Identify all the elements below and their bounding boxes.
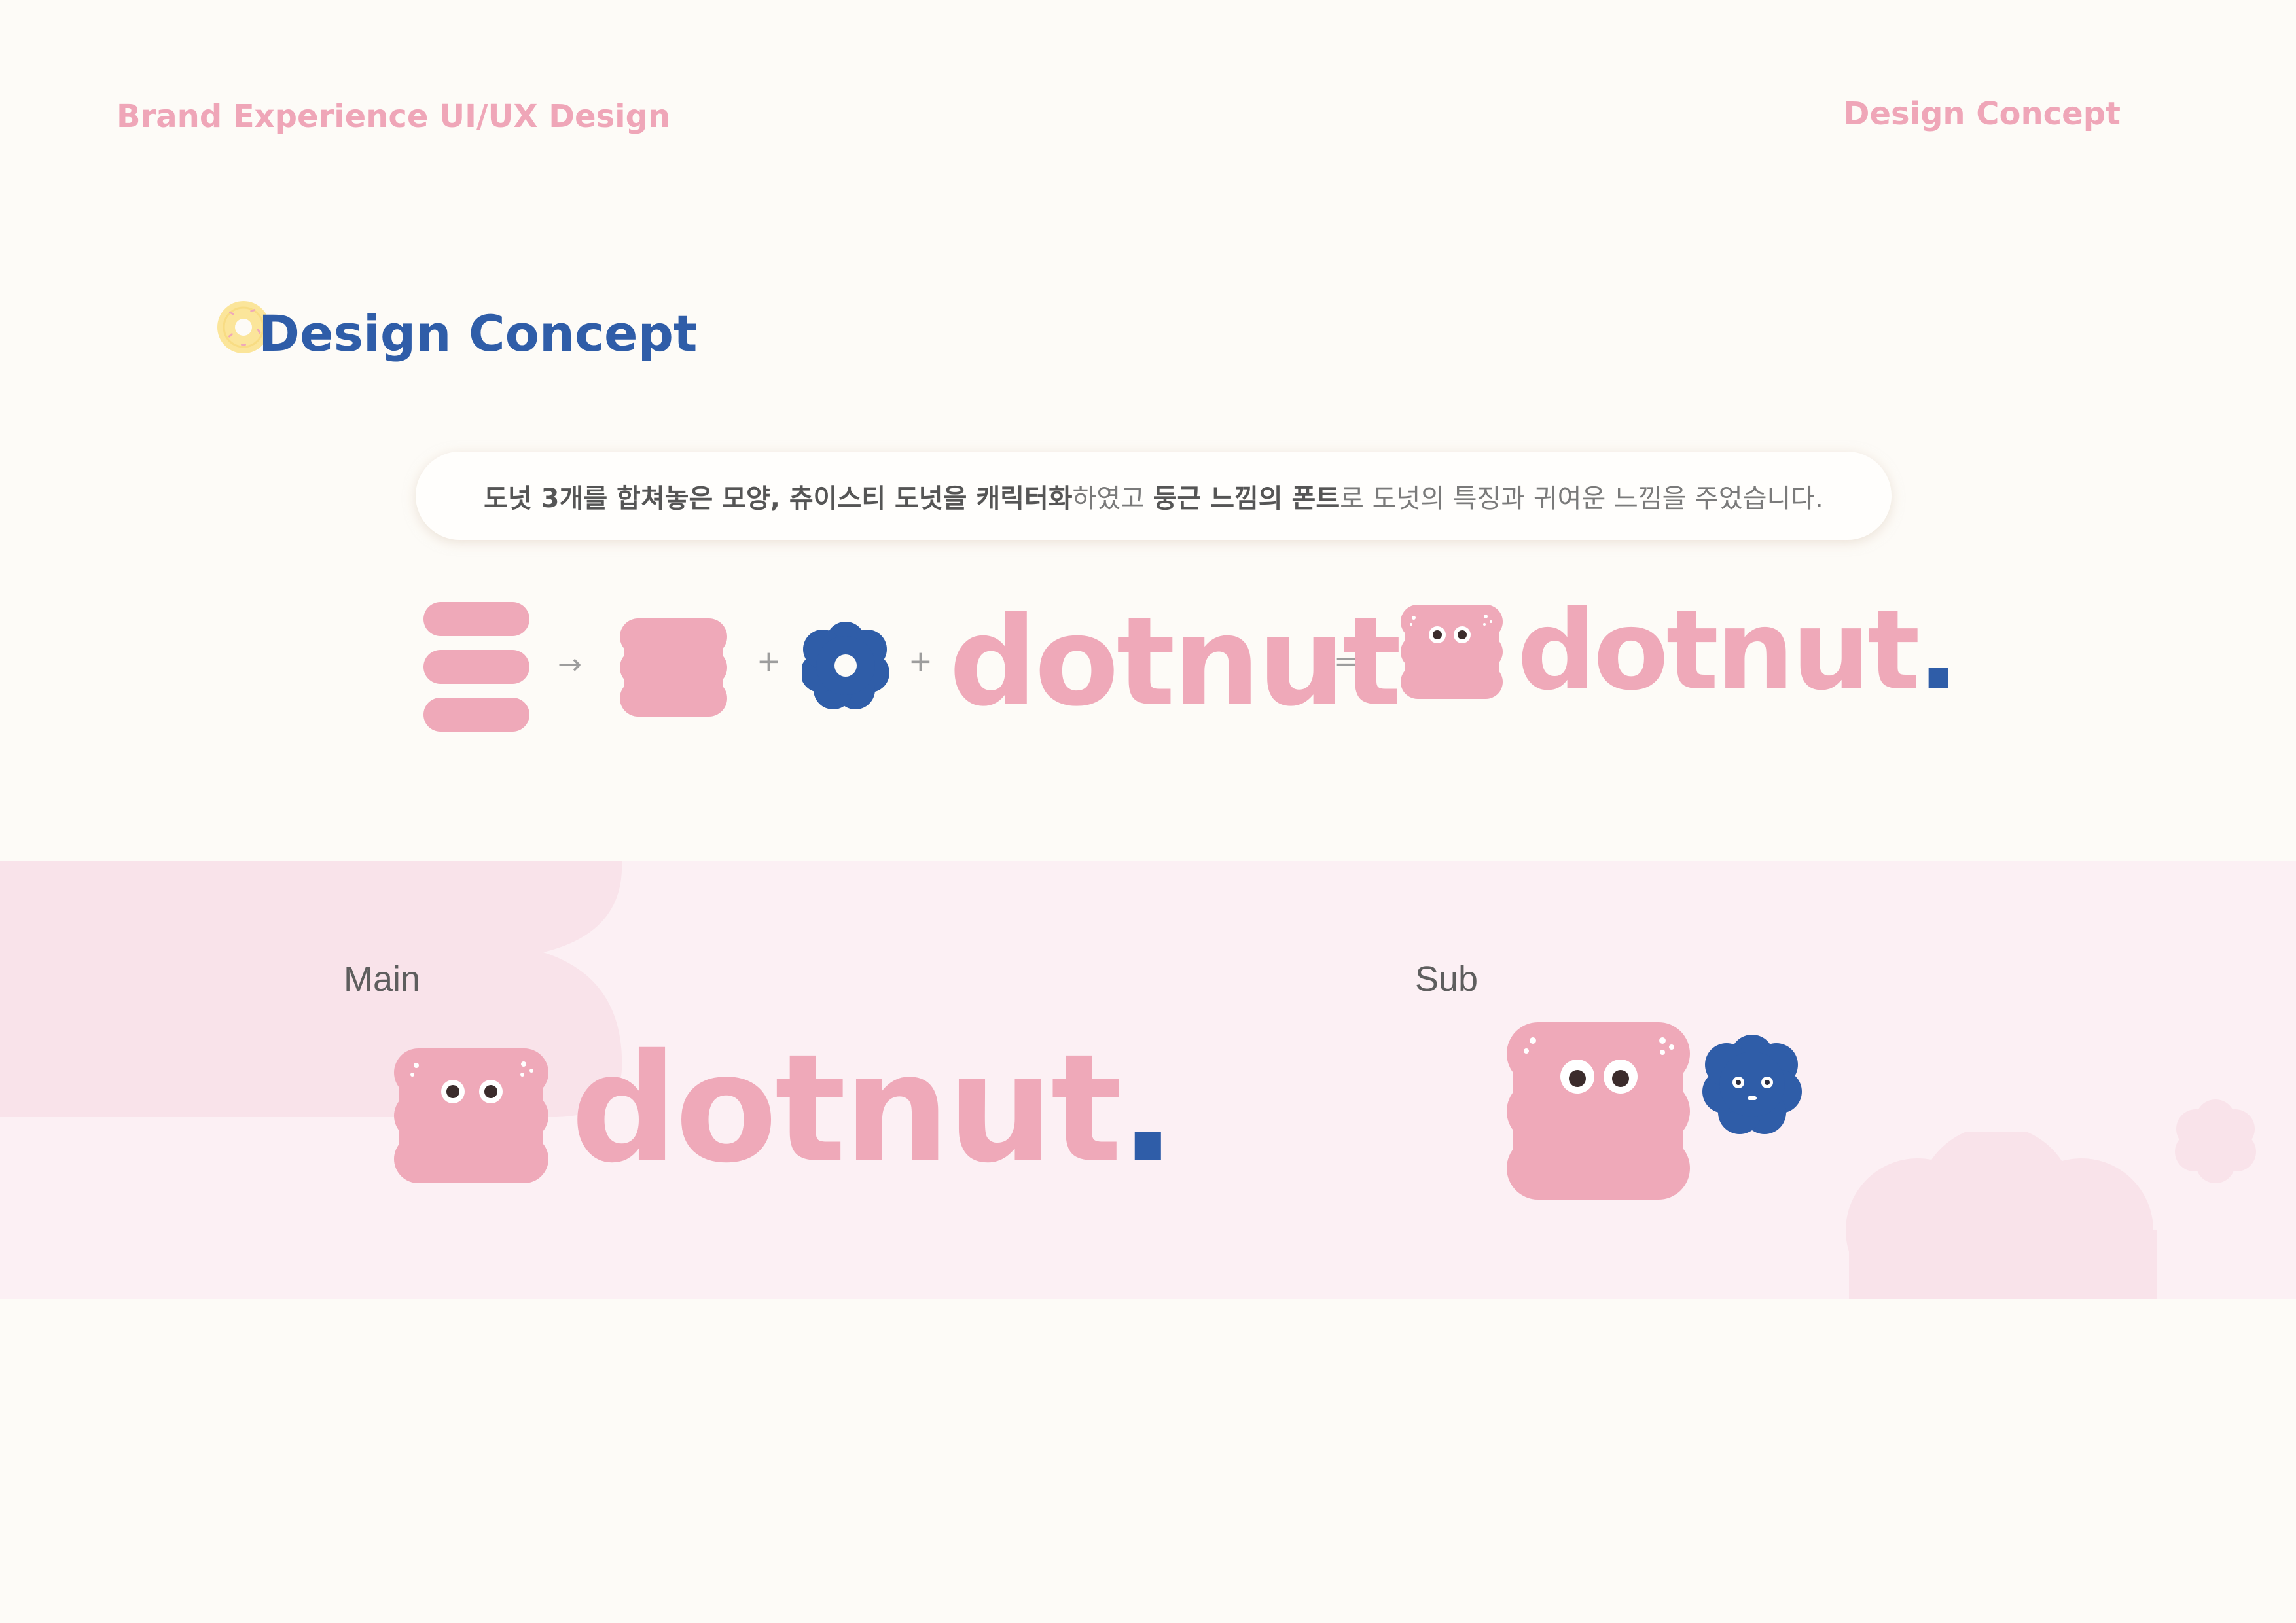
main-wordmark: dotnut. bbox=[571, 1034, 1176, 1183]
character-logo-icon bbox=[1401, 605, 1503, 699]
main-wordmark-dot: . bbox=[1119, 1022, 1176, 1196]
three-bars-icon bbox=[423, 602, 529, 732]
small-cloud-decoration bbox=[2175, 1099, 2256, 1183]
sub-logo-label: Sub bbox=[1415, 959, 1479, 999]
plus-icon-2: + bbox=[908, 645, 933, 678]
cloud-decoration-right bbox=[1846, 1132, 2157, 1299]
wordmark-plain: dotnut bbox=[949, 590, 1401, 734]
sub-character-icon bbox=[1507, 1022, 1690, 1200]
arrow-icon: → bbox=[558, 648, 582, 681]
description-text-4: 로 도넛의 특징과 귀여운 느낌을 주었습니다. bbox=[1340, 483, 1823, 514]
description-pill: 도넛 3개를 합쳐놓은 모양, 츄이스티 도넛을 캐릭터화 하였고 둥근 느낌의… bbox=[416, 452, 1892, 540]
header-brand-label: Brand Experience UI/UX Design bbox=[117, 98, 671, 135]
description-bold-1: 도넛 3개를 합쳐놓은 모양, 츄이스티 도넛을 캐릭터화 bbox=[484, 483, 1073, 514]
plus-icon-1: + bbox=[757, 645, 781, 678]
wordmark-final-dot: . bbox=[1917, 586, 1960, 715]
equals-icon: = bbox=[1334, 645, 1358, 678]
wordmark-final: dotnut. bbox=[1517, 596, 1959, 705]
stacked-donut-icon bbox=[620, 618, 727, 717]
wordmark-final-text: dotnut bbox=[1517, 586, 1920, 715]
page-title: Design Concept bbox=[259, 304, 698, 363]
header-section-label: Design Concept bbox=[1843, 96, 2121, 132]
blue-donut-icon bbox=[802, 622, 889, 709]
description-text-2: 하였고 bbox=[1072, 483, 1153, 514]
sub-blue-character-icon bbox=[1702, 1035, 1802, 1134]
logo-band: Main Sub dotnut. bbox=[0, 861, 2296, 1299]
main-logo-label: Main bbox=[344, 959, 421, 999]
description-bold-3: 둥근 느낌의 폰트 bbox=[1153, 483, 1340, 514]
main-character-icon bbox=[394, 1048, 548, 1183]
main-wordmark-text: dotnut bbox=[571, 1022, 1122, 1196]
